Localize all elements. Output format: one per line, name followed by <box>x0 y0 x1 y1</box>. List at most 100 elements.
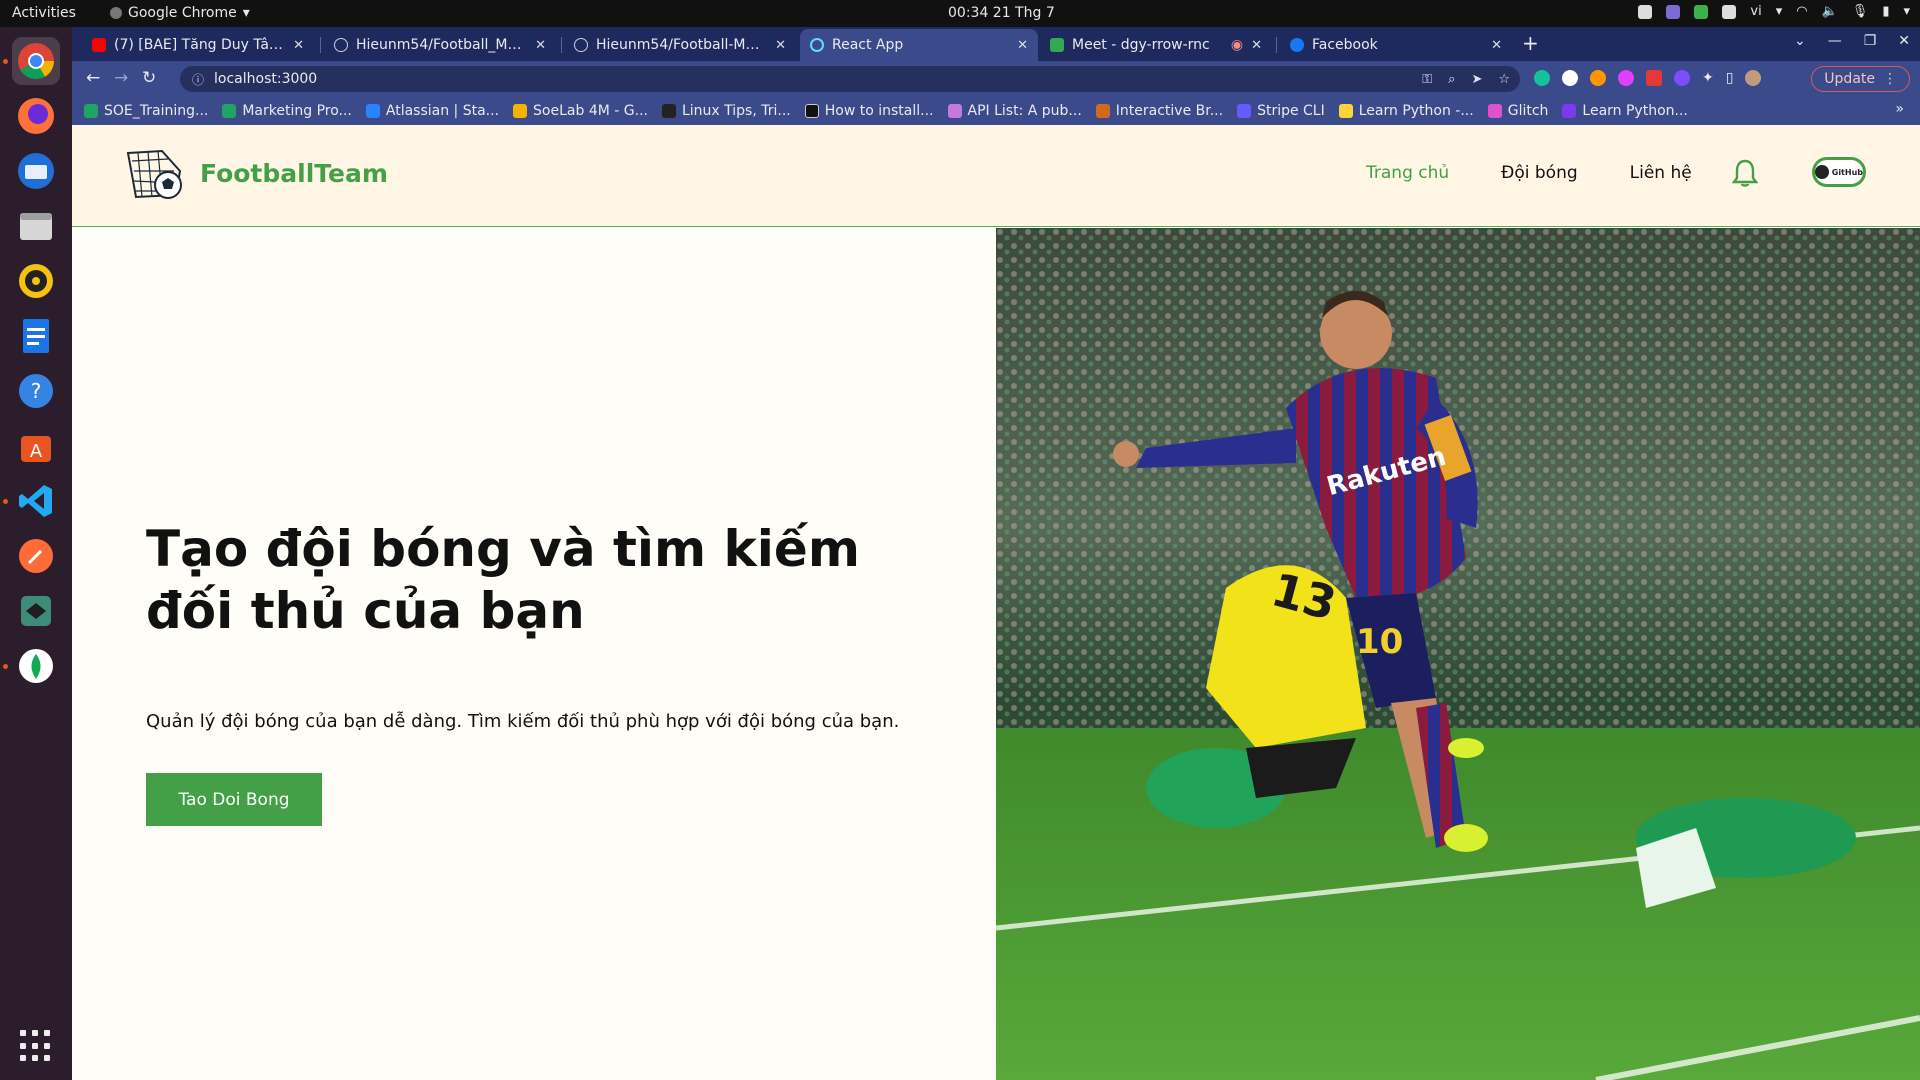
tab-facebook[interactable]: Facebook ✕ <box>1280 29 1512 61</box>
tab-meet[interactable]: Meet - dgy-rrow-rnc ◉ ✕ <box>1040 29 1272 61</box>
show-applications-button[interactable] <box>20 1030 52 1062</box>
dock-postman[interactable] <box>12 532 60 580</box>
profile-avatar[interactable] <box>1745 70 1762 86</box>
close-icon[interactable]: ✕ <box>1491 38 1502 53</box>
recording-icon: ◉ <box>1230 37 1244 53</box>
facebook-favicon <box>1290 38 1304 52</box>
site-info-icon[interactable]: ⓘ <box>192 71 204 88</box>
bookmark-item[interactable]: API List: A pub... <box>947 103 1082 119</box>
maximize-button[interactable]: ❐ <box>1864 33 1877 49</box>
main-nav: Trang chủ Đội bóng Liên hệ <box>1366 163 1692 183</box>
bookmark-favicon <box>365 104 380 118</box>
extension-icon[interactable] <box>1646 70 1662 86</box>
brand[interactable]: FootballTeam <box>122 145 388 201</box>
tab-title: React App <box>832 37 904 53</box>
bookmark-favicon <box>661 104 676 118</box>
close-icon[interactable]: ✕ <box>535 38 546 53</box>
battery-icon[interactable]: ▮ <box>1882 4 1889 19</box>
app-menu[interactable]: Google Chrome ▾ <box>110 5 250 21</box>
close-icon[interactable]: ✕ <box>293 38 304 53</box>
notification-bell-icon[interactable] <box>1732 158 1758 188</box>
input-language[interactable]: vi <box>1750 4 1761 19</box>
teams-tray-icon[interactable] <box>1666 4 1681 19</box>
bookmark-item[interactable]: Learn Python... <box>1562 103 1688 119</box>
nav-teams[interactable]: Đội bóng <box>1501 163 1577 183</box>
dock-chrome[interactable] <box>12 37 60 85</box>
activities-button[interactable]: Activities <box>12 5 76 21</box>
dock-thunderbird[interactable] <box>12 147 60 195</box>
back-button[interactable]: ← <box>86 68 100 88</box>
microphone-icon[interactable]: 🎙 <box>1852 4 1869 19</box>
dock-help[interactable]: ? <box>12 367 60 415</box>
chevron-down-icon[interactable]: ▾ <box>1903 4 1910 19</box>
create-team-button[interactable]: Tao Doi Bong <box>146 773 322 826</box>
dock-mongodb-compass[interactable] <box>12 642 60 690</box>
football-player-photo: 13 Rakuten 10 <box>996 228 1920 1080</box>
bookmark-label: Atlassian | Sta... <box>385 103 500 119</box>
bookmark-star-icon[interactable]: ☆ <box>1498 72 1510 87</box>
extension-icon[interactable] <box>1618 70 1634 86</box>
wifi-icon[interactable]: ◠ <box>1796 4 1807 19</box>
tab-github-2[interactable]: Hieunm54/Football-Mana ✕ <box>564 29 796 61</box>
extension-icon[interactable] <box>1562 70 1578 86</box>
running-indicator <box>3 59 8 64</box>
tab-youtube[interactable]: (7) [BAE] Tăng Duy Tân - E ✕ <box>82 29 314 61</box>
tab-search-icon[interactable]: ⌄ <box>1794 33 1806 49</box>
dock: ? A <box>0 27 72 1080</box>
tab-github-1[interactable]: Hieunm54/Football_Mana ✕ <box>324 29 556 61</box>
puzzle-icon[interactable]: ✦ <box>1702 70 1714 86</box>
slack-tray-icon[interactable] <box>1638 4 1653 19</box>
omnibox-actions: ⚿ ⌕ ➤ ☆ <box>1422 66 1510 92</box>
zoom-icon[interactable]: ⌕ <box>1448 72 1455 87</box>
bookmark-item[interactable]: Marketing Pro... <box>222 103 352 119</box>
bookmark-item[interactable]: How to install... <box>804 103 934 119</box>
side-panel-icon[interactable]: ▯ <box>1726 70 1734 86</box>
nav-contact[interactable]: Liên hệ <box>1630 163 1692 183</box>
bookmark-item[interactable]: Learn Python -... <box>1338 103 1474 119</box>
bookmark-item[interactable]: Atlassian | Sta... <box>365 103 500 119</box>
bookmark-item[interactable]: Interactive Br... <box>1095 103 1223 119</box>
clock[interactable]: 00:34 21 Thg 7 <box>948 5 1055 21</box>
address-bar[interactable]: ⓘ localhost:3000 ⚿ ⌕ ➤ ☆ <box>180 66 1520 92</box>
close-icon[interactable]: ✕ <box>775 38 786 53</box>
hero-image: 13 Rakuten 10 <box>996 228 1920 1080</box>
dock-firefox[interactable] <box>12 92 60 140</box>
volume-icon[interactable]: 🔈 <box>1822 4 1838 19</box>
bookmark-item[interactable]: Glitch <box>1487 103 1549 119</box>
dock-db-tool[interactable] <box>12 587 60 635</box>
close-icon[interactable]: ✕ <box>1251 38 1262 53</box>
bookmark-item[interactable]: Stripe CLI <box>1237 103 1325 119</box>
dropbox-tray-icon[interactable] <box>1722 4 1737 19</box>
more-bookmarks-icon[interactable]: » <box>1895 101 1904 117</box>
close-window-button[interactable]: ✕ <box>1898 33 1910 49</box>
close-icon[interactable]: ✕ <box>1017 38 1028 53</box>
dock-vscode[interactable] <box>12 477 60 525</box>
update-tray-icon[interactable] <box>1694 4 1709 19</box>
nav-home[interactable]: Trang chủ <box>1366 163 1449 183</box>
thunderbird-icon <box>18 153 54 189</box>
minimize-button[interactable]: — <box>1828 33 1842 49</box>
dock-software[interactable]: A <box>12 422 60 470</box>
dock-writer[interactable] <box>12 312 60 360</box>
extension-icon[interactable] <box>1674 70 1690 86</box>
hero-text-panel: Tạo đội bóng và tìm kiếm đối thủ của bạn… <box>72 228 996 1080</box>
youtube-favicon <box>92 38 106 52</box>
bookmark-item[interactable]: Linux Tips, Tri... <box>661 103 791 119</box>
extension-icon[interactable] <box>1590 70 1606 86</box>
grammarly-extension-icon[interactable] <box>1534 70 1550 86</box>
bookmark-item[interactable]: SoeLab 4M - G... <box>513 103 648 119</box>
reload-button[interactable]: ↻ <box>142 68 156 88</box>
update-button[interactable]: Update ⋮ <box>1811 66 1910 92</box>
share-icon[interactable]: ➤ <box>1471 72 1482 87</box>
new-tab-button[interactable]: + <box>1522 31 1539 55</box>
bookmark-label: Glitch <box>1507 103 1549 119</box>
key-icon[interactable]: ⚿ <box>1422 72 1432 87</box>
bookmark-item[interactable]: SOE_Training... <box>84 103 208 119</box>
tab-react-app[interactable]: React App ✕ <box>800 29 1038 61</box>
forward-button[interactable]: → <box>114 68 128 88</box>
github-profile-badge[interactable]: GitHub <box>1812 157 1866 187</box>
system-tray[interactable]: vi ▾ ◠ 🔈 🎙 ▮ ▾ <box>1638 4 1910 19</box>
url-text[interactable]: localhost:3000 <box>214 71 317 87</box>
dock-files[interactable] <box>12 202 60 250</box>
dock-rhythmbox[interactable] <box>12 257 60 305</box>
